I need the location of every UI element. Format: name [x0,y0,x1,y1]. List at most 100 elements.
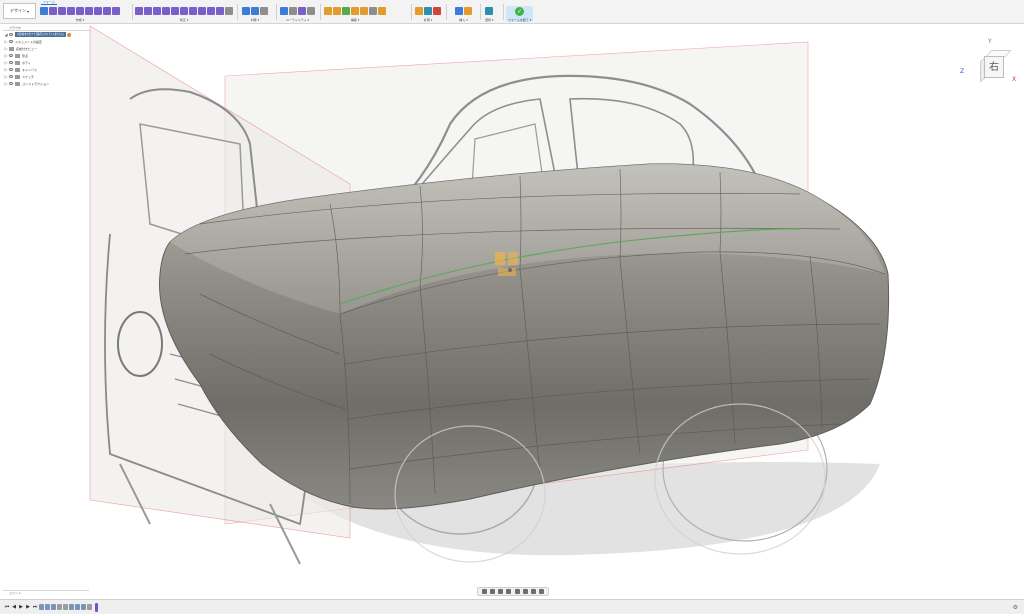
make-uniform-icon[interactable] [298,7,306,15]
flatten-icon[interactable] [225,7,233,15]
select-cursor-icon[interactable] [485,7,494,15]
toolbar-group-construct[interactable]: 構築 ▾ [324,6,386,22]
tangent-plane-icon[interactable] [342,7,350,15]
toolbar-group-insert[interactable]: 挿入 ▾ [455,6,472,22]
view-cube[interactable]: 右 Z Y X [960,38,1020,88]
toolbar-group-utility[interactable]: ユーティリティ ▾ [280,6,315,22]
plane-through-points-icon[interactable] [378,7,386,15]
manipulator-plane-handle[interactable] [508,252,518,265]
zoom-icon[interactable] [506,589,512,594]
timeline-feature-canvas[interactable] [45,604,50,610]
visibility-eye-icon[interactable] [9,54,13,57]
grid-settings-icon[interactable] [531,589,537,594]
merge-edge-icon[interactable] [171,7,179,15]
go-to-end-icon[interactable]: ⏭ [32,604,38,610]
browser-root-node[interactable]: ◢ (名前を付けて保存されていません) [3,31,91,38]
insert-point-icon[interactable] [162,7,170,15]
quadball-icon[interactable] [94,7,102,15]
tab-form[interactable]: フォーム [41,0,57,5]
fit-icon[interactable] [514,589,520,594]
axis-icon[interactable] [360,7,368,15]
uncrease-icon[interactable] [216,7,224,15]
zebra-analysis-icon[interactable] [433,7,441,15]
browser-item-origin[interactable]: ▷ 原点 [3,52,91,59]
viewport-canvas[interactable] [0,24,1024,598]
cylinder-icon[interactable] [67,7,75,15]
browser-item-named-views[interactable]: ▷ 名前付きビュー [3,45,91,52]
torus-icon[interactable] [85,7,93,15]
timeline-feature-form[interactable] [87,604,92,610]
pan-icon[interactable] [498,589,504,594]
workspace-switcher-button[interactable]: デザイン ▾ [3,3,36,19]
weld-icon[interactable] [198,7,206,15]
midplane-icon[interactable] [351,7,359,15]
mirror-internal-icon[interactable] [242,7,250,15]
timeline-feature-canvas[interactable] [39,604,44,610]
sphere-icon[interactable] [76,7,84,15]
subdivide-icon[interactable] [153,7,161,15]
fill-hole-icon[interactable] [189,7,197,15]
point-icon[interactable] [369,7,377,15]
offset-plane-icon[interactable] [324,7,332,15]
plane-icon[interactable] [58,7,66,15]
visibility-eye-icon[interactable] [9,75,13,78]
box-icon[interactable] [49,7,57,15]
timeline-feature-canvas[interactable] [75,604,80,610]
look-at-icon[interactable] [489,589,495,594]
browser-item-bodies[interactable]: ▷ ボディ [3,59,91,66]
visibility-eye-icon[interactable] [9,82,13,85]
app-window: デザイン ▾ フォーム 作成 ▾ 修正 ▾ 対称 ▾ ユーティリティ ▾ 構築 … [0,0,1024,614]
repair-body-icon[interactable] [289,7,297,15]
view-cube-right-face[interactable]: 右 [984,56,1004,78]
section-analysis-icon[interactable] [424,7,432,15]
browser-item-sketches[interactable]: ▷ スケッチ [3,73,91,80]
display-settings-icon[interactable] [522,589,528,594]
viewports-icon[interactable] [539,589,545,594]
manipulator-plane-handle[interactable] [495,252,505,265]
toolbar-group-inspect[interactable]: 計測 ▾ [415,6,441,22]
visibility-eye-icon[interactable] [9,33,13,36]
visibility-eye-icon[interactable] [9,68,13,71]
toolbar-group-symmetry[interactable]: 対称 ▾ [242,6,268,22]
go-to-start-icon[interactable]: ⏮ [4,604,10,610]
pipe-icon[interactable] [103,7,111,15]
insert-canvas-icon[interactable] [455,7,463,15]
orbit-icon[interactable] [481,589,487,594]
timeline-feature-canvas[interactable] [81,604,86,610]
axis-z-label: Z [960,68,965,75]
step-forward-icon[interactable]: ▶ [25,604,31,610]
crease-icon[interactable] [207,7,215,15]
timeline-feature-canvas[interactable] [69,604,74,610]
manipulator-origin[interactable] [508,268,512,272]
display-mode-icon[interactable] [280,7,288,15]
clear-symmetry-icon[interactable] [260,7,268,15]
browser-item-canvases[interactable]: ▷ キャンバス [3,66,91,73]
circular-symmetry-icon[interactable] [251,7,259,15]
tspline-body[interactable] [159,163,890,510]
face-icon[interactable] [112,7,120,15]
edit-form-icon[interactable] [135,7,143,15]
visibility-eye-icon[interactable] [9,61,13,64]
insert-edge-icon[interactable] [144,7,152,15]
step-back-icon[interactable]: ◀ [11,604,17,610]
create-form-icon[interactable] [40,7,48,15]
toolbar-group-modify[interactable]: 修正 ▾ [135,6,233,22]
timeline-settings-gear-icon[interactable]: ⚙ [1013,604,1018,611]
measure-icon[interactable] [415,7,423,15]
browser-item-document-settings[interactable]: ▷ ドキュメントの設定 [3,38,91,45]
timeline-marker[interactable] [95,602,98,612]
manipulator-plane-handle[interactable] [498,268,516,276]
comments-panel[interactable]: コメント [3,590,89,596]
toolbar-group-create[interactable]: 作成 ▾ [40,6,120,22]
bridge-icon[interactable] [180,7,188,15]
insert-mesh-icon[interactable] [464,7,472,15]
timeline-feature-canvas[interactable] [51,604,56,610]
play-icon[interactable]: ▶ [18,604,24,610]
finish-form-button[interactable]: ✓ フォームを終了 ▾ [506,6,534,22]
timeline-feature-plane[interactable] [57,604,62,610]
browser-item-construction[interactable]: ▷ コンストラクション [3,80,91,87]
convert-icon[interactable] [307,7,315,15]
timeline-feature-plane[interactable] [63,604,68,610]
toolbar-group-select[interactable]: 選択 ▾ [485,6,493,22]
plane-at-angle-icon[interactable] [333,7,341,15]
